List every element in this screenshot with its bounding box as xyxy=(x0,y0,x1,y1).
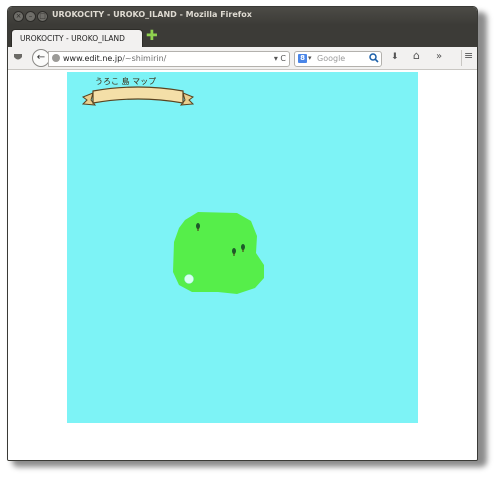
menu-icon[interactable]: ≡ xyxy=(464,50,473,61)
tab-strip: UROKOCITY - UROKO_ILAND ✚ xyxy=(8,25,477,48)
google-engine-icon[interactable]: 8 xyxy=(298,54,307,63)
toolbar-separator xyxy=(461,50,462,66)
search-icon[interactable] xyxy=(369,52,379,67)
title-bar: × – □ UROKOCITY - UROKO_ILAND - Mozilla … xyxy=(8,7,477,25)
overflow-chevron-icon[interactable]: » xyxy=(436,51,442,62)
search-input[interactable]: Google xyxy=(317,54,345,63)
page-content: うろこ 島 マップ xyxy=(8,70,477,460)
island-shape xyxy=(173,212,264,294)
window-title: UROKOCITY - UROKO_ILAND - Mozilla Firefo… xyxy=(52,10,252,19)
magnifier-icon xyxy=(369,53,379,63)
home-icon[interactable]: ⌂ xyxy=(413,50,420,61)
tab-urokocity[interactable]: UROKOCITY - UROKO_ILAND xyxy=(11,29,143,48)
close-window-button[interactable]: × xyxy=(13,11,24,22)
search-engine-caret[interactable]: ▾ xyxy=(308,54,312,62)
url-path: /~shimirin/ xyxy=(122,54,167,63)
tab-label: UROKOCITY - UROKO_ILAND xyxy=(20,34,125,43)
island-map[interactable]: うろこ 島 マップ xyxy=(67,72,418,423)
browser-window: × – □ UROKOCITY - UROKO_ILAND - Mozilla … xyxy=(7,6,478,461)
url-domain: www.edit.ne.jp xyxy=(63,54,123,63)
heart-shield-icon xyxy=(14,54,22,60)
pocket-icon[interactable] xyxy=(13,52,23,66)
globe-icon xyxy=(52,54,60,62)
new-tab-button[interactable]: ✚ xyxy=(146,29,158,43)
url-text: www.edit.ne.jp/~shimirin/ xyxy=(63,54,166,63)
pond-icon xyxy=(184,274,194,284)
maximize-window-button[interactable]: □ xyxy=(37,11,48,22)
url-bar[interactable]: www.edit.ne.jp/~shimirin/ ▾ C xyxy=(48,51,290,67)
minimize-window-button[interactable]: – xyxy=(25,11,36,22)
search-bar[interactable]: 8 ▾ Google xyxy=(294,51,382,67)
download-icon[interactable]: ⬇ xyxy=(391,52,399,63)
url-reload-controls[interactable]: ▾ C xyxy=(274,54,286,63)
navigation-toolbar: ← www.edit.ne.jp/~shimirin/ ▾ C 8 ▾ Goog… xyxy=(8,47,477,70)
